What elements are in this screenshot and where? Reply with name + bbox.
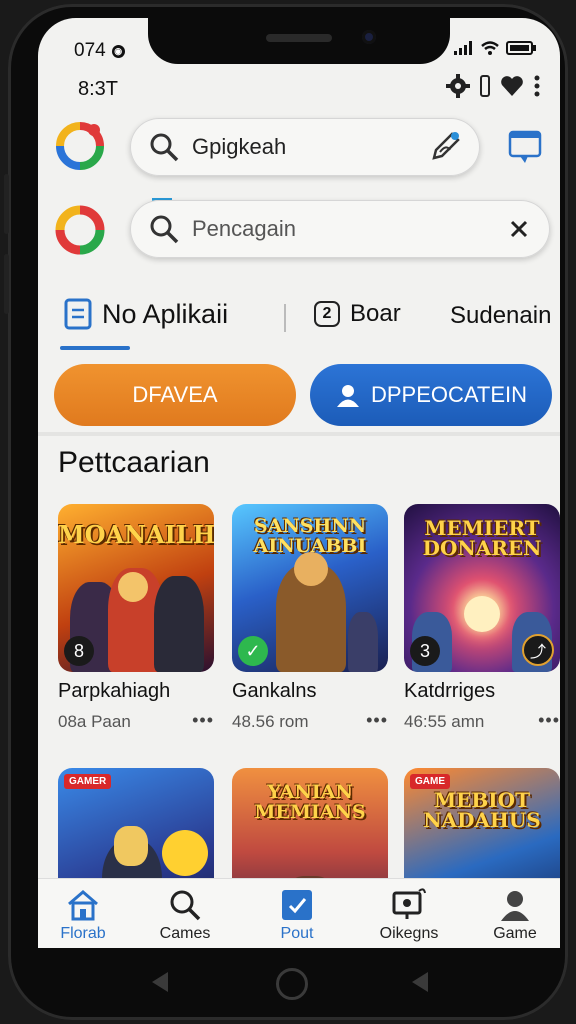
document-icon: [64, 298, 92, 330]
top-icons: [446, 74, 540, 98]
art-title: YANIAN MEMIANS: [254, 781, 366, 823]
user-icon: [336, 385, 359, 407]
sim-icon: ◉: [111, 44, 125, 58]
tab-bar: No Aplikaii 2 Boar Sudenain: [38, 286, 560, 350]
dppeocatein-label: DPPEOCATEIN: [370, 382, 528, 407]
character-figure: [348, 612, 378, 672]
search-input[interactable]: Gpigkeah: [192, 134, 286, 160]
game-title: Katdrriges: [404, 680, 496, 702]
close-icon[interactable]: [510, 220, 528, 238]
game-thumbnail[interactable]: MEMIERT DONAREN 3 ⤴: [404, 504, 560, 672]
check-icon: ✓: [238, 636, 268, 666]
signal-icon: [454, 41, 472, 55]
game-title: Parpkahiagh: [58, 680, 171, 702]
tab-sudenain[interactable]: Sudenain: [450, 302, 551, 330]
home-icon: [68, 890, 98, 921]
nav-games[interactable]: Cames: [140, 883, 230, 943]
gear-icon[interactable]: [446, 74, 470, 98]
art-title: SANSHNN AINUABBI: [253, 515, 367, 557]
search-bar[interactable]: Gpigkeah: [130, 118, 480, 176]
screen: 074 ◉ 8:3T Gpigkeah Pencagain No Aplikai…: [38, 18, 560, 948]
art-title: MOANAILH: [58, 520, 214, 549]
browser-logo-icon[interactable]: [54, 204, 106, 256]
character-figure: [162, 830, 208, 876]
character-figure: [118, 572, 148, 602]
carrier-text: 074: [74, 40, 106, 61]
speaker: [266, 34, 332, 42]
tab-apps-label: No Aplikaii: [102, 298, 229, 329]
secondary-search-input[interactable]: Pencagain: [192, 216, 296, 242]
more-options-icon[interactable]: •••: [366, 710, 388, 731]
edit-icon[interactable]: [428, 130, 462, 164]
energy-orb: [464, 596, 500, 632]
dfavea-button[interactable]: DFAVEA: [54, 364, 296, 426]
section-divider: [38, 432, 560, 436]
game-meta: 46:55 amn: [404, 712, 485, 731]
nav-home-label: Florab: [60, 925, 106, 942]
dppeocatein-button[interactable]: DPPEOCATEIN: [310, 364, 552, 426]
search-icon: [170, 890, 201, 921]
tab-sudenain-label: Sudenain: [450, 302, 552, 329]
status-bar-right: [454, 40, 536, 56]
more-vert-icon[interactable]: [534, 75, 540, 97]
rank-badge: 8: [64, 636, 94, 666]
recents-icon[interactable]: [412, 972, 428, 992]
character-figure: [154, 576, 204, 672]
game-meta: 48.56 rom: [232, 712, 309, 731]
volume-button: [4, 174, 9, 234]
game-tag: GAMER: [64, 774, 112, 789]
monitor-icon: [392, 888, 426, 919]
tab-boar[interactable]: 2 Boar: [314, 300, 401, 328]
search-icon: [150, 133, 179, 162]
nav-game-label: Game: [493, 925, 537, 942]
checkbox-icon: [282, 890, 312, 920]
bottom-nav: Florab Cames Pout Oikegns Game: [38, 878, 560, 948]
section-title: Pettcaarian: [58, 446, 210, 479]
art-title: MEMIERT DONAREN: [422, 516, 542, 560]
tab-boar-badge: 2: [314, 301, 340, 327]
home-button-icon[interactable]: [276, 968, 308, 1000]
secondary-search-bar[interactable]: Pencagain: [130, 200, 550, 258]
game-tag: GAME: [410, 774, 450, 789]
nav-home[interactable]: Florab: [38, 883, 128, 943]
heart-icon[interactable]: [500, 75, 524, 97]
nav-game[interactable]: Game: [470, 883, 560, 943]
tab-separator: [284, 304, 286, 332]
character-figure: [114, 826, 148, 866]
nav-oikegns-label: Oikegns: [379, 925, 439, 942]
game-thumbnail[interactable]: SANSHNN AINUABBI ✓: [232, 504, 388, 672]
art-title: MEBIOT NADAHUS: [423, 788, 541, 832]
more-options-icon[interactable]: •••: [538, 710, 560, 731]
back-icon[interactable]: [152, 972, 168, 992]
app-logo-icon[interactable]: [54, 120, 106, 172]
front-camera: [362, 30, 376, 44]
more-options-icon[interactable]: •••: [192, 710, 214, 731]
trending-icon: ⤴: [522, 634, 554, 666]
battery-icon: [506, 41, 536, 55]
phone-icon[interactable]: [480, 74, 490, 98]
rank-badge: 3: [410, 636, 440, 666]
tab-apps[interactable]: No Aplikaii: [64, 298, 228, 330]
nav-games-label: Cames: [159, 925, 211, 942]
nav-pout-label: Pout: [280, 925, 314, 942]
clock: 8:3T: [78, 78, 119, 100]
wifi-icon: [481, 41, 499, 55]
nav-oikegns[interactable]: Oikegns: [364, 883, 454, 943]
chat-window-icon[interactable]: [508, 130, 542, 166]
system-nav-bar: [0, 944, 576, 1024]
game-meta: 08a Paan: [58, 712, 131, 731]
profile-icon: [501, 891, 529, 921]
volume-button: [4, 254, 9, 314]
phone-frame: 074 ◉ 8:3T Gpigkeah Pencagain No Aplikai…: [4, 4, 568, 1020]
nav-pout[interactable]: Pout: [252, 883, 342, 943]
character-figure: [294, 552, 328, 586]
active-tab-indicator: [60, 346, 130, 350]
search-icon: [150, 215, 179, 244]
notch: [148, 18, 450, 64]
game-thumbnail[interactable]: MOANAILH 8: [58, 504, 214, 672]
status-bar-left: 074 ◉: [74, 40, 125, 62]
tab-boar-label: Boar: [350, 300, 401, 327]
dfavea-label: DFAVEA: [132, 382, 218, 407]
game-title: Gankalns: [232, 680, 317, 702]
